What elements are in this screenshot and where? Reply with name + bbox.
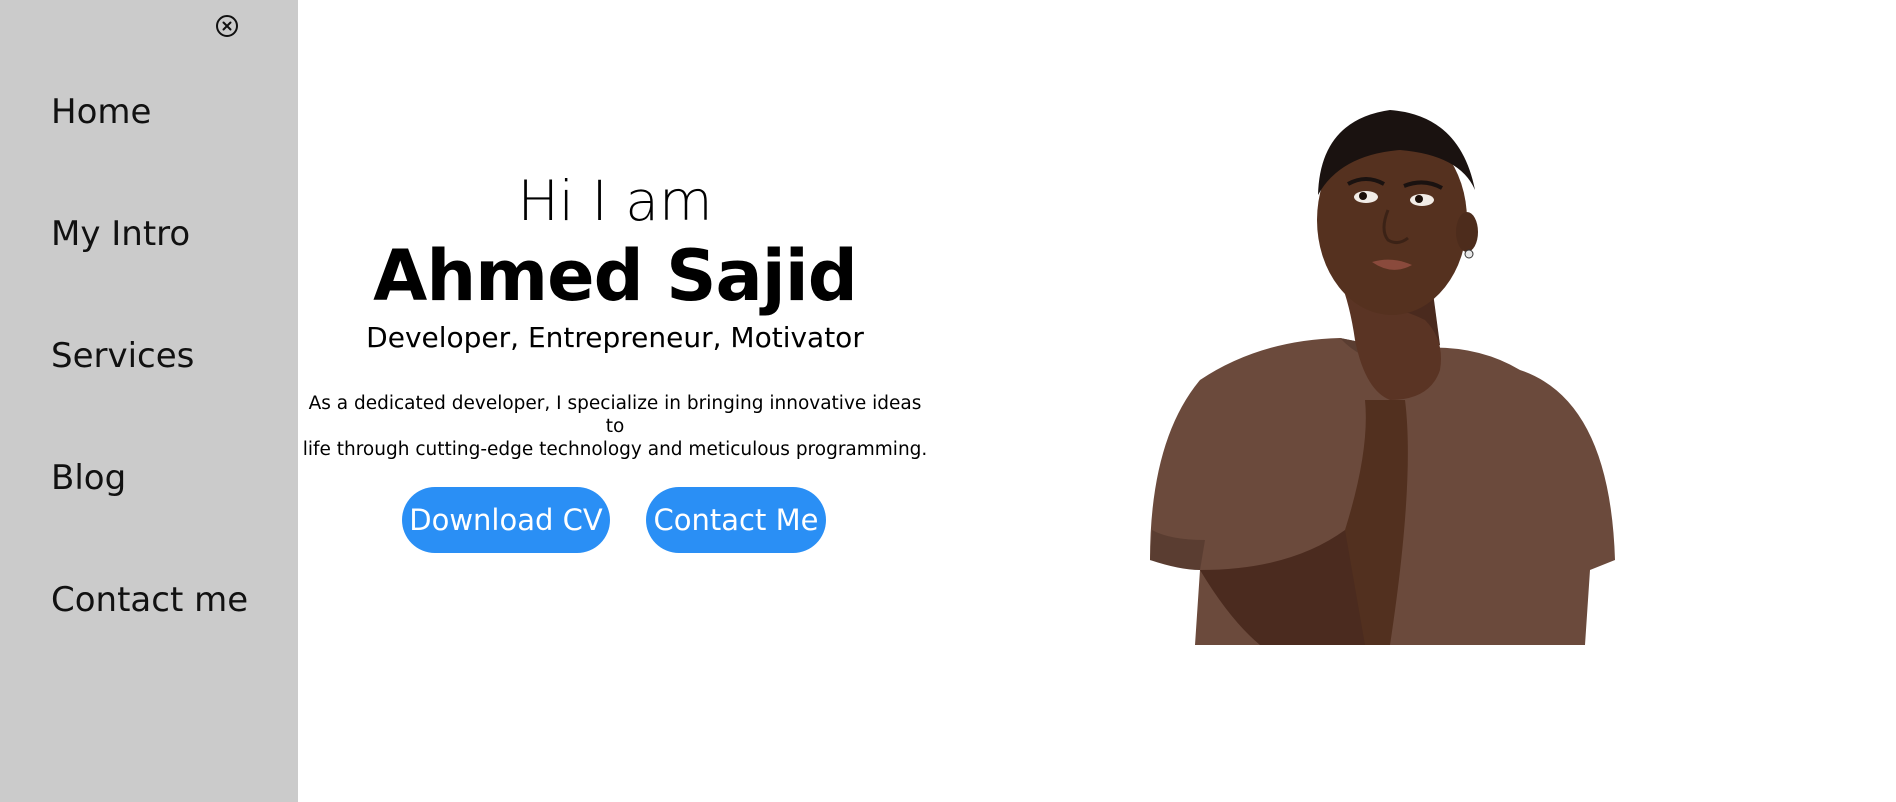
hero-name: Ahmed Sajid bbox=[373, 235, 858, 317]
sidebar-item-services[interactable]: Services bbox=[51, 336, 194, 376]
hero-greeting: Hi I am bbox=[517, 169, 713, 233]
sidebar-item-contact-me[interactable]: Contact me bbox=[51, 580, 248, 620]
close-icon[interactable] bbox=[215, 14, 239, 38]
sidebar: Home My Intro Services Blog Contact me bbox=[0, 0, 298, 802]
contact-me-button[interactable]: Contact Me bbox=[646, 487, 826, 553]
sidebar-item-my-intro[interactable]: My Intro bbox=[51, 214, 190, 254]
hero-description-line-2: life through cutting-edge technology and… bbox=[302, 439, 928, 460]
sidebar-item-home[interactable]: Home bbox=[51, 92, 151, 132]
hero-description: As a dedicated developer, I specialize i… bbox=[298, 392, 932, 461]
hero-section: Hi I am Ahmed Sajid Developer, Entrepren… bbox=[298, 0, 932, 802]
portrait-image bbox=[1140, 100, 1640, 645]
hero-description-line-1: As a dedicated developer, I specialize i… bbox=[308, 393, 922, 437]
sidebar-item-blog[interactable]: Blog bbox=[51, 458, 126, 498]
download-cv-button[interactable]: Download CV bbox=[402, 487, 610, 553]
hero-roles: Developer, Entrepreneur, Motivator bbox=[366, 321, 864, 354]
page: Home My Intro Services Blog Contact me H… bbox=[0, 0, 1896, 802]
